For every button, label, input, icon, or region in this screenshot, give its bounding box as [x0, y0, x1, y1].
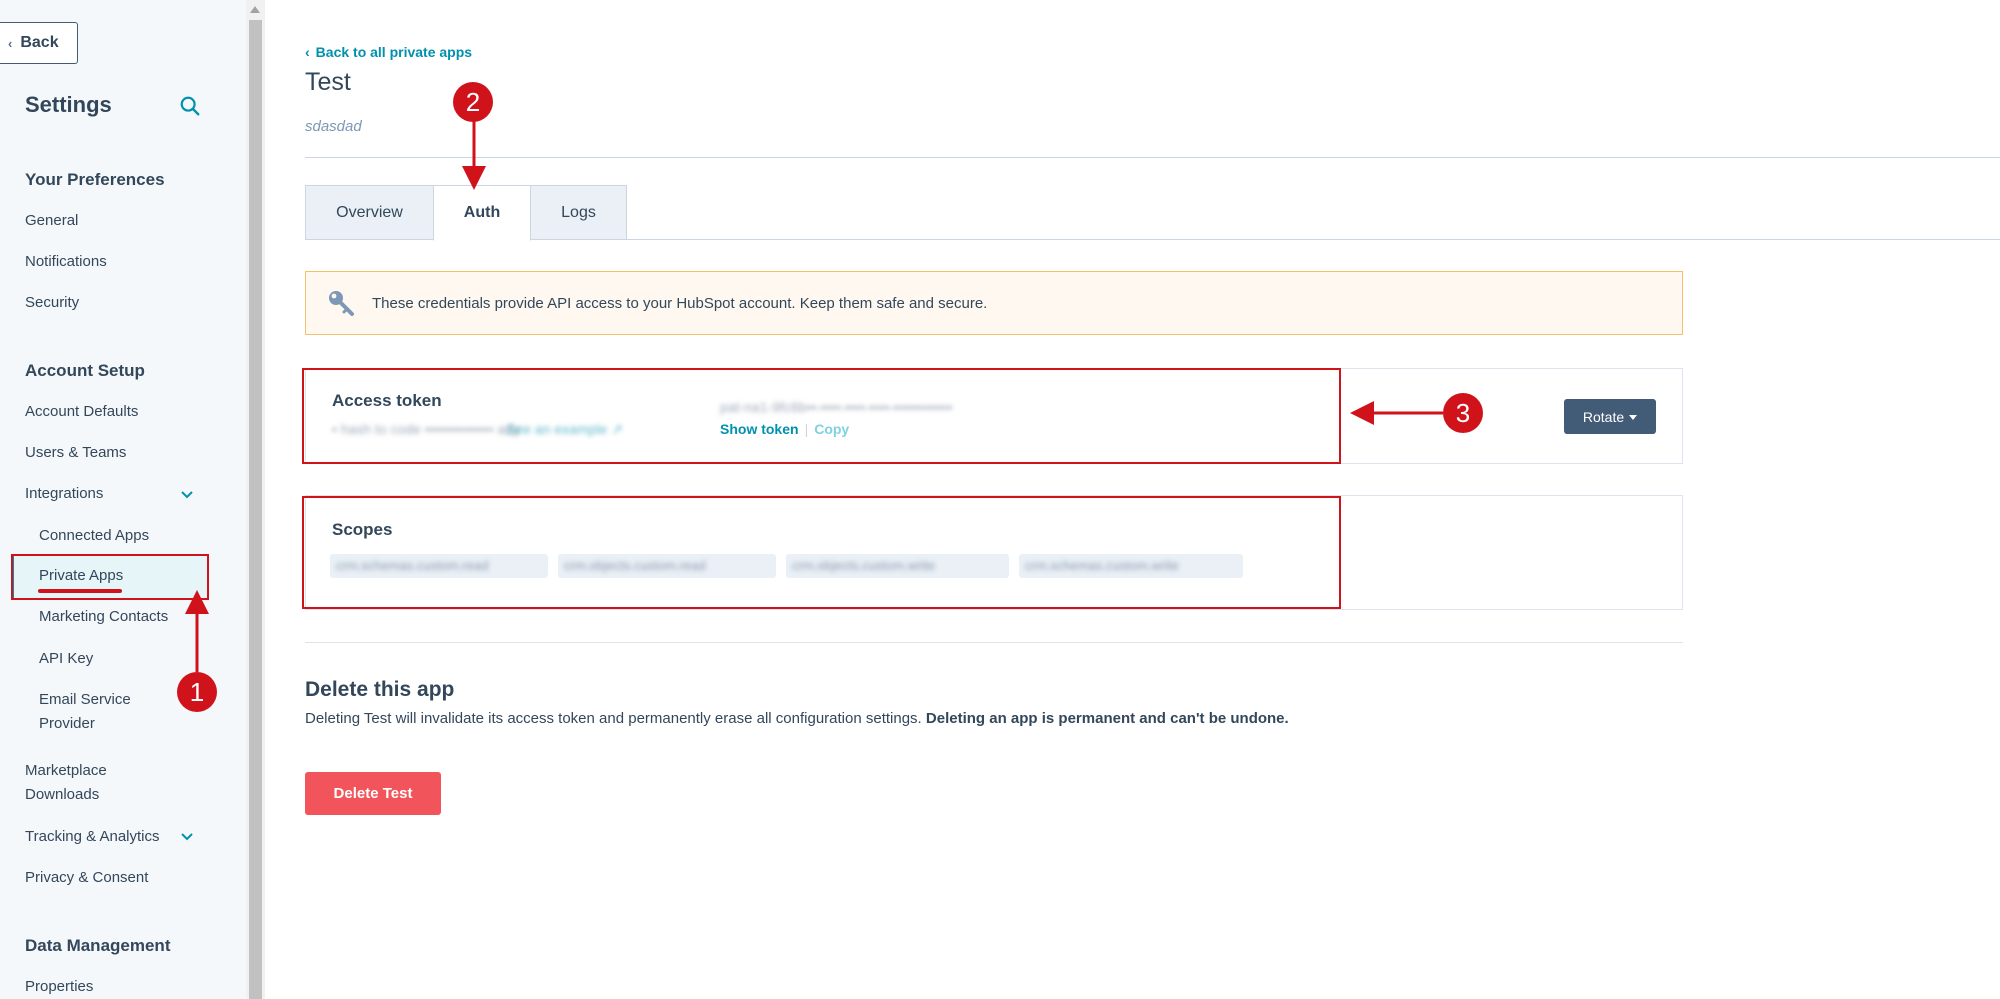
delete-description-text: Deleting Test will invalidate its access…	[305, 710, 922, 727]
back-to-private-apps-link[interactable]: ‹ Back to all private apps	[305, 44, 472, 60]
sidebar-item-email-service-line1: Email Service	[39, 691, 131, 708]
nav-section-account-setup: Account Setup	[25, 361, 145, 380]
tab-overview[interactable]: Overview	[305, 185, 434, 240]
credentials-alert: These credentials provide API access to …	[305, 271, 1683, 335]
delete-app-description: Deleting Test will invalidate its access…	[305, 706, 1305, 731]
sidebar-item-account-defaults[interactable]: Account Defaults	[25, 403, 138, 420]
annotation-callout-1: 1	[177, 672, 217, 712]
sidebar-item-users-teams[interactable]: Users & Teams	[25, 444, 126, 461]
sidebar-item-tracking-analytics[interactable]: Tracking & Analytics	[25, 828, 160, 845]
back-button[interactable]: ‹ Back	[0, 22, 78, 64]
annotation-box-private-apps	[11, 554, 209, 600]
sidebar-item-connected-apps[interactable]: Connected Apps	[39, 527, 149, 544]
chevron-left-icon: ‹	[8, 35, 13, 51]
key-icon	[329, 291, 354, 316]
chevron-left-icon: ‹	[305, 44, 310, 60]
sidebar-item-general[interactable]: General	[25, 212, 78, 229]
sidebar-item-marketplace-line2: Downloads	[25, 786, 100, 803]
back-button-label: Back	[20, 34, 59, 51]
chevron-down-icon[interactable]	[179, 487, 195, 503]
sidebar-scrollbar[interactable]	[246, 0, 265, 999]
header-divider	[305, 157, 2000, 158]
sidebar-item-marketplace-line1: Marketplace	[25, 762, 107, 779]
section-divider	[305, 642, 1683, 643]
delete-app-button[interactable]: Delete Test	[305, 772, 441, 815]
sidebar-item-marketing-contacts[interactable]: Marketing Contacts	[39, 608, 168, 625]
app-description: sdasdad	[305, 118, 362, 135]
settings-sidebar: ‹ Back Settings Your Preferences General…	[0, 0, 246, 999]
sidebar-item-email-service-line2: Provider	[39, 715, 95, 732]
search-icon[interactable]	[179, 95, 201, 117]
sidebar-item-integrations[interactable]: Integrations	[25, 485, 103, 502]
annotation-box-access-token	[302, 368, 1341, 464]
nav-section-data-management: Data Management	[25, 936, 171, 955]
nav-section-preferences: Your Preferences	[25, 170, 165, 189]
sidebar-item-privacy-consent[interactable]: Privacy & Consent	[25, 869, 148, 886]
scrollbar-thumb[interactable]	[249, 20, 262, 999]
annotation-callout-3: 3	[1443, 393, 1483, 433]
scroll-up-arrow-icon[interactable]	[250, 6, 260, 13]
rotate-token-button[interactable]: Rotate	[1564, 399, 1656, 434]
sidebar-title: Settings	[25, 92, 112, 117]
sidebar-item-api-key[interactable]: API Key	[39, 650, 93, 667]
sidebar-item-security[interactable]: Security	[25, 294, 79, 311]
caret-down-icon	[1629, 415, 1638, 420]
page-title: Test	[305, 68, 351, 96]
sidebar-item-notifications[interactable]: Notifications	[25, 253, 107, 270]
annotation-underline	[38, 589, 122, 593]
tab-auth[interactable]: Auth	[433, 185, 531, 241]
rotate-button-label: Rotate	[1582, 408, 1625, 425]
sidebar-item-marketplace-downloads[interactable]: Marketplace Downloads	[25, 762, 107, 803]
alert-text: These credentials provide API access to …	[372, 294, 988, 312]
sidebar-item-properties[interactable]: Properties	[25, 978, 93, 995]
back-link-label: Back to all private apps	[315, 44, 473, 60]
sidebar-item-email-service-provider[interactable]: Email Service Provider	[39, 691, 131, 732]
annotation-box-scopes	[302, 496, 1341, 609]
chevron-down-icon[interactable]	[179, 829, 195, 845]
annotation-callout-2: 2	[453, 82, 493, 122]
tab-logs[interactable]: Logs	[530, 185, 627, 240]
delete-app-title: Delete this app	[305, 678, 455, 701]
delete-warning-text: Deleting an app is permanent and can't b…	[925, 710, 1289, 727]
